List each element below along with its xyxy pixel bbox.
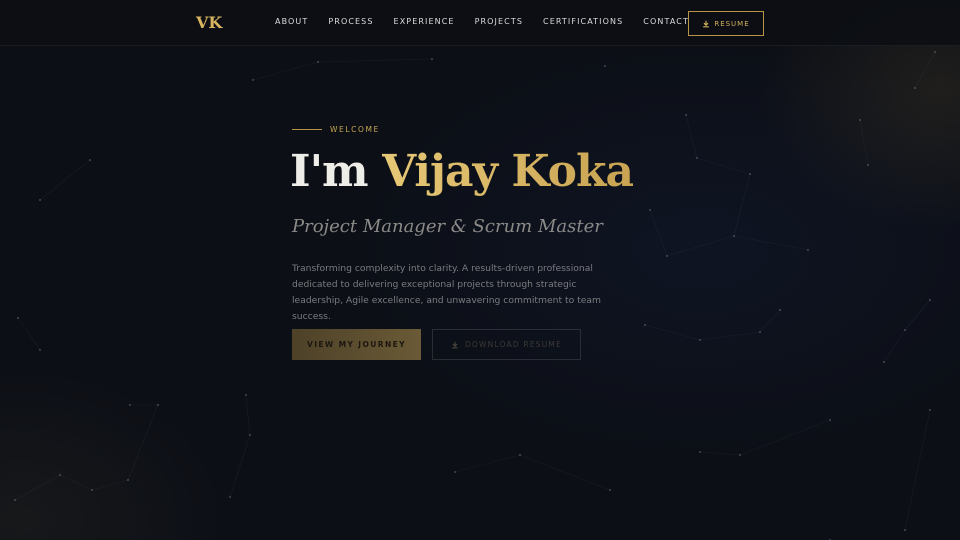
nav-link-contact[interactable]: CONTACT bbox=[643, 17, 689, 26]
nav-link-certifications[interactable]: CERTIFICATIONS bbox=[543, 17, 623, 26]
eyebrow: WELCOME bbox=[292, 125, 380, 134]
hero-description: Transforming complexity into clarity. A … bbox=[292, 263, 601, 322]
hero-headline: I'm Vijay Koka bbox=[290, 146, 634, 197]
site-logo[interactable]: VK bbox=[196, 13, 222, 32]
eyebrow-divider bbox=[292, 129, 322, 130]
top-navbar: VK ABOUT PROCESS EXPERIENCE PROJECTS CER… bbox=[0, 0, 960, 46]
eyebrow-text: WELCOME bbox=[330, 125, 380, 134]
resume-button-label: RESUME bbox=[714, 19, 750, 28]
nav-menu: ABOUT PROCESS EXPERIENCE PROJECTS CERTIF… bbox=[275, 17, 709, 26]
nav-link-process[interactable]: PROCESS bbox=[328, 17, 373, 26]
download-resume-label: DOWNLOAD RESUME bbox=[464, 340, 563, 349]
download-resume-button[interactable]: DOWNLOAD RESUME bbox=[432, 329, 581, 360]
hero-subtitle: Project Manager & Scrum Master bbox=[292, 216, 603, 237]
view-journey-button[interactable]: VIEW MY JOURNEY bbox=[292, 329, 421, 360]
download-icon bbox=[452, 341, 458, 348]
download-icon bbox=[703, 20, 710, 27]
nav-link-experience[interactable]: EXPERIENCE bbox=[394, 17, 455, 26]
headline-name: Vijay Koka bbox=[381, 146, 634, 197]
nav-link-projects[interactable]: PROJECTS bbox=[475, 17, 523, 26]
headline-prefix: I'm bbox=[290, 146, 382, 197]
resume-button[interactable]: RESUME bbox=[688, 11, 764, 36]
nav-link-about[interactable]: ABOUT bbox=[275, 17, 308, 26]
